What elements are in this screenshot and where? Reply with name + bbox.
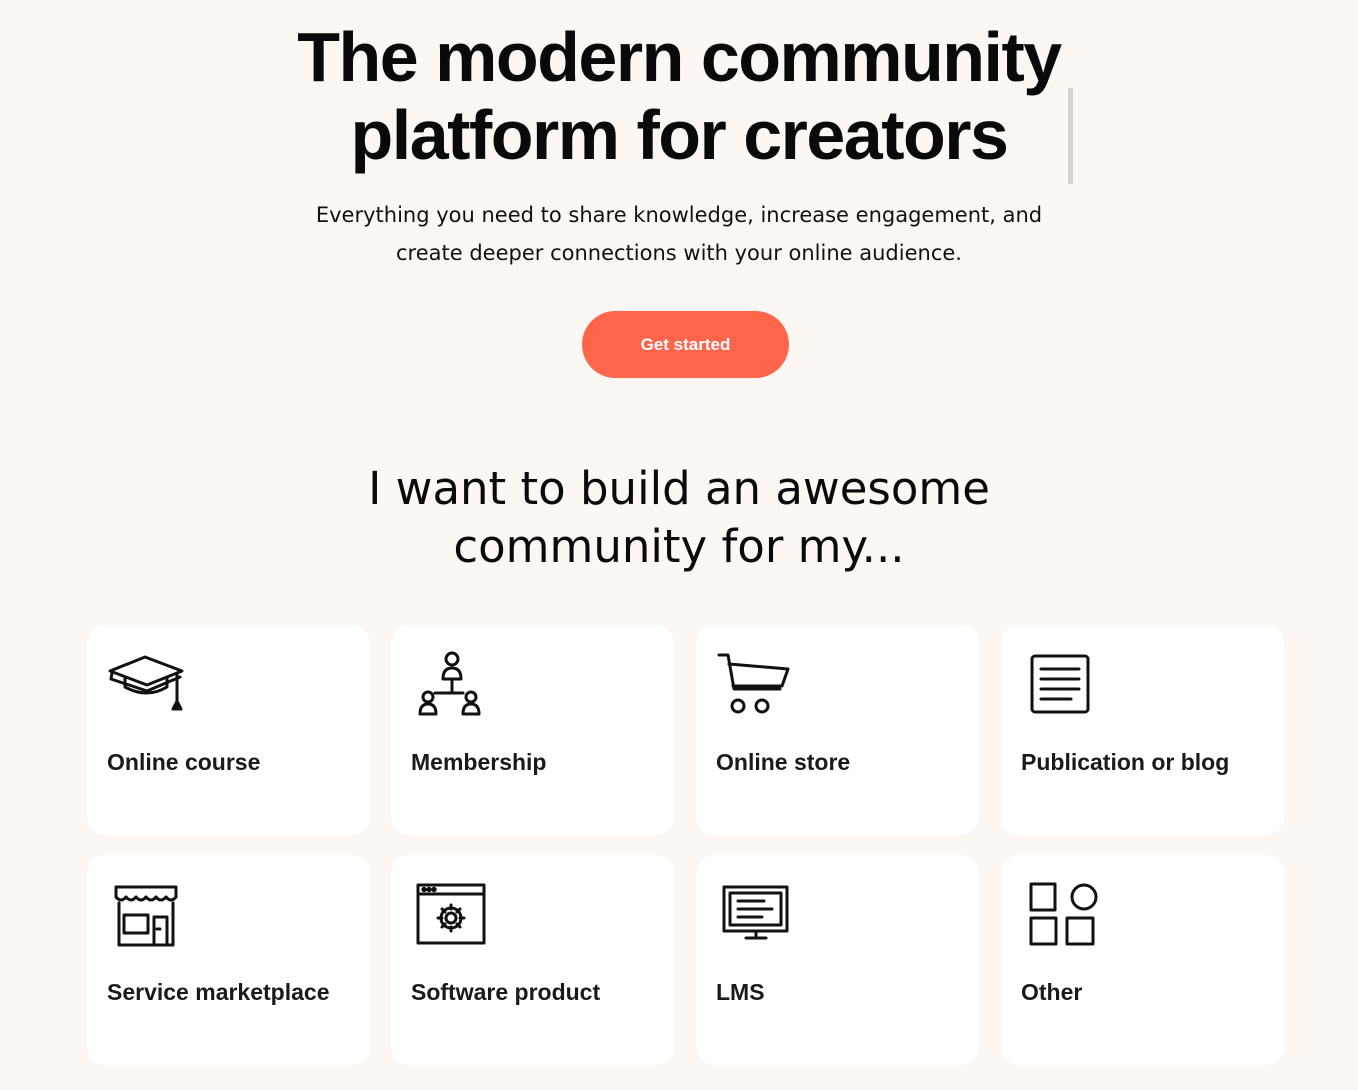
option-label: LMS [716, 979, 765, 1005]
option-label: Service marketplace [107, 979, 330, 1005]
option-label: Other [1021, 979, 1083, 1005]
hero-subtitle: Everything you need to share knowledge, … [0, 196, 1358, 272]
option-card-online-store[interactable]: Online store [696, 625, 979, 835]
section-heading-line-1: I want to build an awesome [368, 462, 990, 515]
option-label: Software product [411, 979, 601, 1005]
graduation-cap-icon [107, 651, 187, 717]
option-card-service-marketplace[interactable]: Service marketplace [87, 855, 370, 1065]
option-label: Membership [411, 749, 547, 775]
option-label: Online course [107, 749, 261, 775]
option-card-online-course[interactable]: Online course [87, 625, 370, 835]
text-cursor [1068, 88, 1073, 184]
shapes-grid-icon [1021, 881, 1101, 947]
option-label: Publication or blog [1021, 749, 1230, 775]
software-window-gear-icon [411, 881, 491, 947]
option-card-software-product[interactable]: Software product [391, 855, 674, 1065]
hero-subtitle-line-2: create deeper connections with your onli… [396, 241, 962, 265]
option-card-membership[interactable]: Membership [391, 625, 674, 835]
hero-subtitle-line-1: Everything you need to share knowledge, … [315, 203, 1043, 227]
get-started-button[interactable]: Get started [582, 311, 789, 378]
hero-title-line-1: The modern community [297, 18, 1062, 96]
hero-title-line-2: platform for creators [350, 96, 1009, 174]
section-heading-line-2: community for my... [453, 520, 905, 573]
option-label: Online store [716, 749, 851, 775]
storefront-icon [107, 881, 187, 947]
option-card-lms[interactable]: LMS [696, 855, 979, 1065]
hero-title: The modern community platform for creato… [0, 18, 1358, 174]
monitor-icon [716, 881, 796, 947]
option-card-other[interactable]: Other [1001, 855, 1284, 1065]
option-card-publication-or-blog[interactable]: Publication or blog [1001, 625, 1284, 835]
shopping-cart-icon [716, 651, 796, 717]
document-icon [1021, 651, 1101, 717]
section-heading: I want to build an awesome community for… [0, 460, 1358, 576]
people-network-icon [411, 651, 491, 717]
